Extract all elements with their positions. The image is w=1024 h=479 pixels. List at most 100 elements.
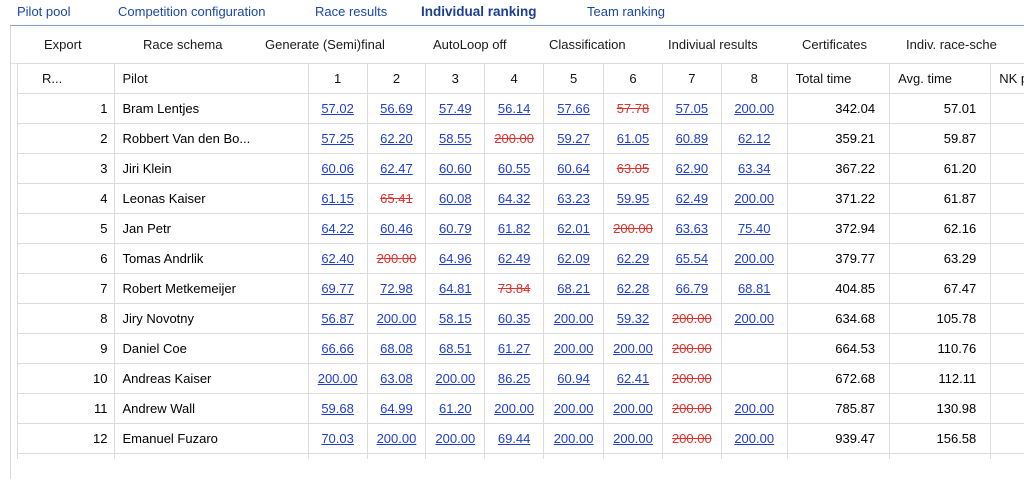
race-schema-button[interactable]: Race schema [143,37,222,52]
generate-semifinal-button[interactable]: Generate (Semi)final [265,37,385,52]
header-lap[interactable]: 6 [603,63,663,94]
discarded-lap-link[interactable]: 200.00 [672,341,712,356]
lap-time-link[interactable]: 62.41 [617,371,650,386]
lap-time-link[interactable]: 68.51 [439,341,472,356]
lap-time-link[interactable]: 200.00 [613,401,653,416]
lap-time-link[interactable]: 68.21 [557,281,590,296]
autoloop-button[interactable]: AutoLoop off [433,37,507,52]
header-lap[interactable]: 4 [484,63,545,94]
lap-time-link[interactable]: 58.55 [439,131,472,146]
table-row[interactable]: 9 Daniel Coe 66.66 68.08 68.51 61.27 200.00 200… [17,333,1024,364]
lap-time-link[interactable]: 66.66 [321,341,354,356]
lap-time-link[interactable]: 60.60 [439,161,472,176]
lap-time-link[interactable]: 57.25 [321,131,354,146]
lap-time-link[interactable]: 64.96 [439,251,472,266]
header-lap[interactable]: 8 [720,63,788,94]
lap-time-link[interactable]: 60.35 [498,311,531,326]
lap-time-link[interactable]: 59.68 [321,401,354,416]
classification-button[interactable]: Classification [549,37,626,52]
discarded-lap-link[interactable]: 200.00 [672,431,712,446]
lap-time-link[interactable]: 60.89 [676,131,709,146]
lap-time-link[interactable]: 200.00 [494,401,534,416]
lap-time-link[interactable]: 64.81 [439,281,472,296]
table-row[interactable]: 12 Emanuel Fuzaro 70.03 200.00 200.00 69.44 20… [17,423,1024,454]
lap-time-link[interactable]: 57.49 [439,101,472,116]
lap-time-link[interactable]: 62.09 [557,251,590,266]
discarded-lap-link[interactable]: 200.00 [377,251,417,266]
lap-time-link[interactable]: 200.00 [734,431,774,446]
lap-time-link[interactable]: 61.15 [321,191,354,206]
lap-time-link[interactable]: 200.00 [554,431,594,446]
lap-time-link[interactable]: 62.49 [498,251,531,266]
lap-time-link[interactable]: 69.44 [498,431,531,446]
lap-time-link[interactable]: 56.87 [321,311,354,326]
lap-time-link[interactable]: 66.79 [676,281,709,296]
lap-time-link[interactable]: 57.02 [321,101,354,116]
discarded-lap-link[interactable]: 65.41 [380,191,413,206]
lap-time-link[interactable]: 59.27 [557,131,590,146]
lap-time-link[interactable]: 70.03 [321,431,354,446]
tab-pilot-pool[interactable]: Pilot pool [17,4,70,19]
lap-time-link[interactable]: 200.00 [554,401,594,416]
lap-time-link[interactable]: 200.00 [613,431,653,446]
lap-time-link[interactable]: 64.99 [380,401,413,416]
table-row[interactable]: 3 Jiri Klein 60.06 62.47 60.60 60.55 60.64 63.0… [17,153,1024,184]
lap-time-link[interactable]: 64.32 [498,191,531,206]
lap-time-link[interactable]: 63.34 [738,161,771,176]
lap-time-link[interactable]: 57.66 [557,101,590,116]
header-avg-time[interactable]: Avg. time [889,63,992,94]
lap-time-link[interactable]: 60.79 [439,221,472,236]
header-pilot[interactable]: Pilot [113,63,309,94]
lap-time-link[interactable]: 60.06 [321,161,354,176]
lap-time-link[interactable]: 62.90 [676,161,709,176]
lap-time-link[interactable]: 200.00 [613,341,653,356]
table-row[interactable]: 5 Jan Petr 64.22 60.46 60.79 61.82 62.01 200.00… [17,213,1024,244]
lap-time-link[interactable]: 62.29 [617,251,650,266]
lap-time-link[interactable]: 59.32 [617,311,650,326]
table-row[interactable]: 6 Tomas Andrlik 62.40 200.00 64.96 62.49 62.09… [17,243,1024,274]
lap-time-link[interactable]: 200.00 [734,251,774,266]
lap-time-link[interactable]: 200.00 [734,101,774,116]
lap-time-link[interactable]: 60.94 [557,371,590,386]
lap-time-link[interactable]: 64.22 [321,221,354,236]
header-lap[interactable]: 5 [543,63,605,94]
discarded-lap-link[interactable]: 200.00 [613,221,653,236]
lap-time-link[interactable]: 69.77 [321,281,354,296]
individual-race-schema-button[interactable]: Indiv. race-sche [906,37,997,52]
lap-time-link[interactable]: 62.12 [738,131,771,146]
lap-time-link[interactable]: 62.40 [321,251,354,266]
lap-time-link[interactable]: 62.47 [380,161,413,176]
lap-time-link[interactable]: 59.95 [617,191,650,206]
certificates-button[interactable]: Certificates [802,37,867,52]
lap-time-link[interactable]: 62.49 [676,191,709,206]
lap-time-link[interactable]: 62.28 [617,281,650,296]
lap-time-link[interactable]: 63.63 [676,221,709,236]
lap-time-link[interactable]: 200.00 [734,311,774,326]
lap-time-link[interactable]: 61.82 [498,221,531,236]
lap-time-link[interactable]: 200.00 [554,341,594,356]
lap-time-link[interactable]: 58.15 [439,311,472,326]
lap-time-link[interactable]: 56.14 [498,101,531,116]
discarded-lap-link[interactable]: 200.00 [494,131,534,146]
lap-time-link[interactable]: 60.46 [380,221,413,236]
table-row[interactable]: 13Marcelo Carvalho200.00200.00200.00200.… [17,453,1024,459]
lap-time-link[interactable]: 86.25 [498,371,531,386]
lap-time-link[interactable]: 63.08 [380,371,413,386]
lap-time-link[interactable]: 200.00 [435,431,475,446]
lap-time-link[interactable]: 75.40 [738,221,771,236]
header-lap[interactable]: 3 [425,63,486,94]
table-row[interactable]: 4 Leonas Kaiser 61.15 65.41 60.08 64.32 63.23 5… [17,183,1024,214]
lap-time-link[interactable]: 72.98 [380,281,413,296]
lap-time-link[interactable]: 62.01 [557,221,590,236]
lap-time-link[interactable]: 200.00 [435,371,475,386]
discarded-lap-link[interactable]: 73.84 [498,281,531,296]
lap-time-link[interactable]: 57.05 [676,101,709,116]
lap-time-link[interactable]: 63.23 [557,191,590,206]
discarded-lap-link[interactable]: 200.00 [672,371,712,386]
individual-results-button[interactable]: Indiviual results [668,37,758,52]
table-row[interactable]: 8 Jiry Novotny 56.87 200.00 58.15 60.35 200.00… [17,303,1024,334]
discarded-lap-link[interactable]: 63.05 [617,161,650,176]
lap-time-link[interactable]: 68.81 [738,281,771,296]
lap-time-link[interactable]: 60.55 [498,161,531,176]
tab-individual-ranking[interactable]: Individual ranking [421,4,537,19]
